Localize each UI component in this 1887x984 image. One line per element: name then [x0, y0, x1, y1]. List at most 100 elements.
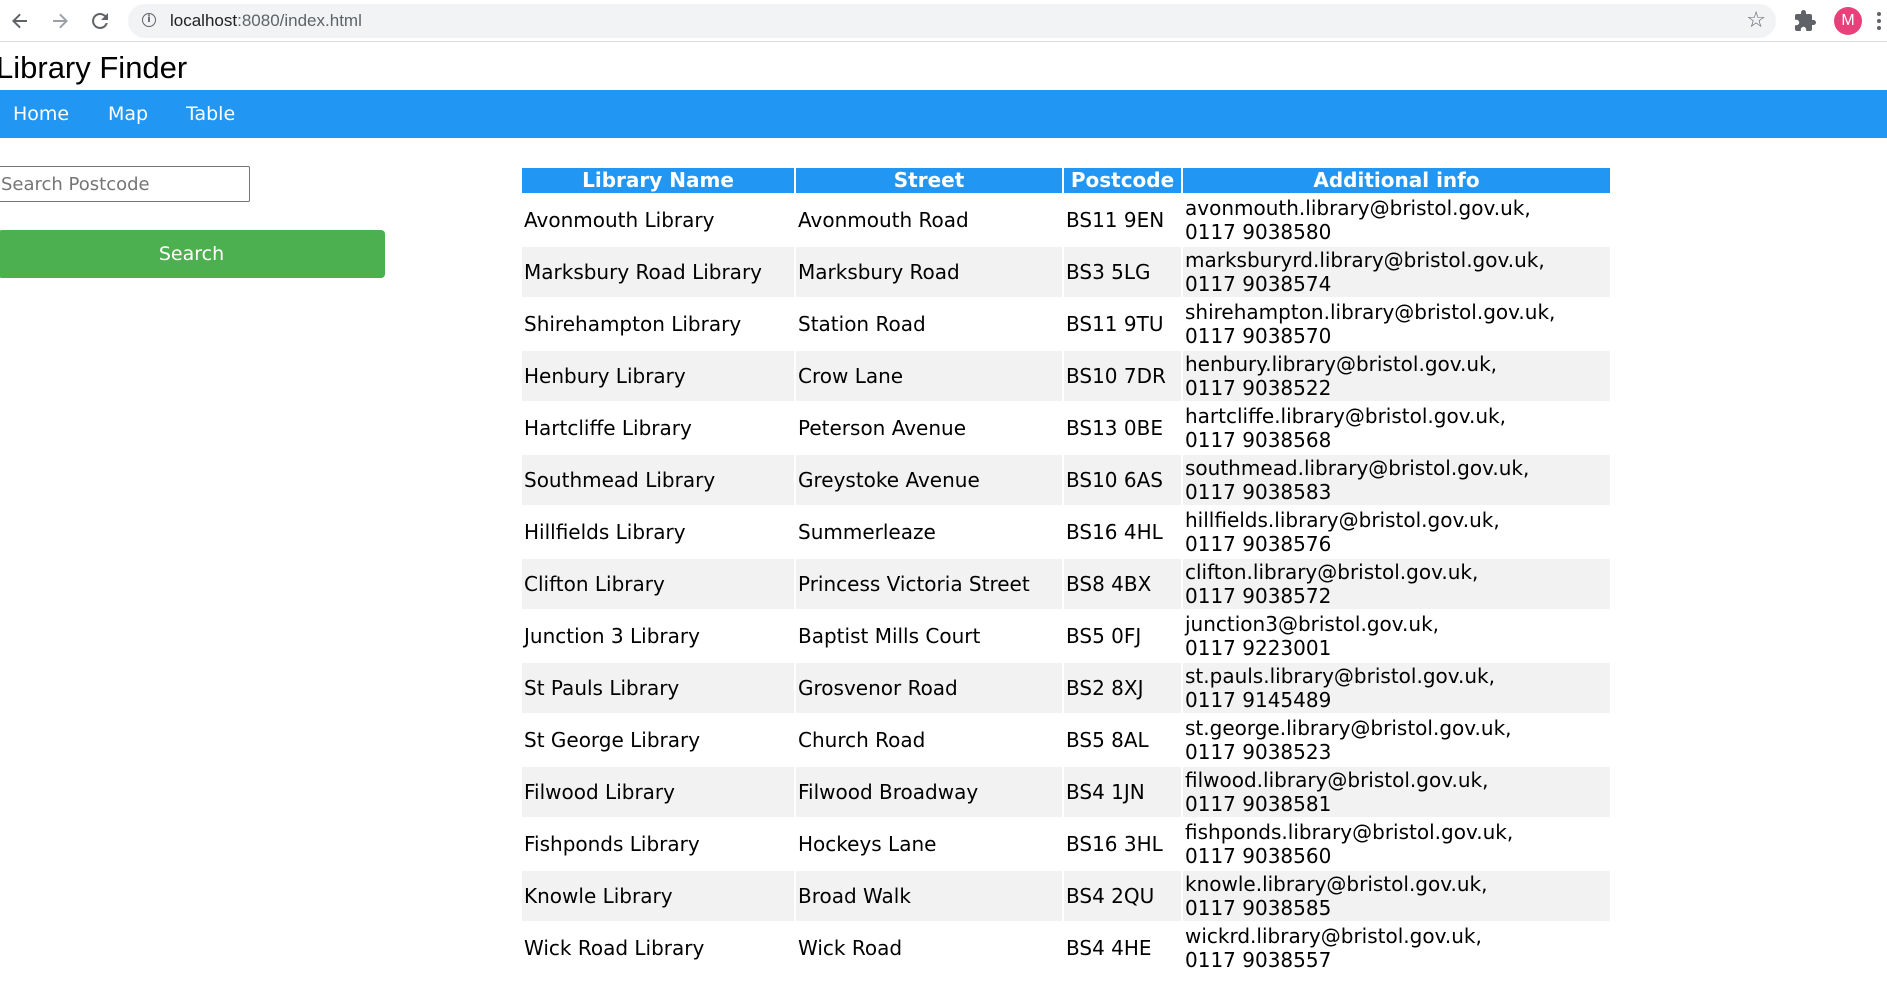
info-phone: 0117 9038572 [1185, 584, 1332, 608]
cell-library-name: St Pauls Library [522, 663, 794, 713]
cell-additional-info: henbury.library@bristol.gov.uk, 0117 9038… [1183, 351, 1610, 401]
cell-street: Station Road [798, 312, 926, 336]
cell-additional-info: clifton.library@bristol.gov.uk, 0117 9038… [1183, 559, 1610, 609]
table-row: Fishponds Library Hockeys Lane BS16 3HL fis… [522, 819, 1610, 869]
cell-library-name: Clifton Library [522, 559, 794, 609]
cell-postcode: BS11 9EN [1066, 208, 1165, 232]
puzzle-icon[interactable] [1793, 9, 1817, 33]
search-button[interactable]: Search [0, 230, 385, 278]
cell-postcode: BS13 0BE [1066, 416, 1163, 440]
cell-library-name: Fishponds Library [524, 832, 700, 856]
info-email: junction3@bristol.gov.uk, [1185, 612, 1440, 636]
info-phone: 0117 9038583 [1185, 480, 1332, 504]
star-icon[interactable]: ☆ [1746, 6, 1766, 36]
header-additional-info[interactable]: Additional info [1183, 168, 1610, 193]
cell-postcode: BS10 6AS [1064, 455, 1181, 505]
navbar: Home Map Table [0, 90, 1887, 138]
cell-street: Princess Victoria Street [796, 559, 1062, 609]
back-icon[interactable] [7, 8, 33, 34]
cell-street: Church Road [798, 728, 926, 752]
info-phone: 0117 9038581 [1185, 792, 1332, 816]
cell-postcode: BS16 4HL [1066, 520, 1163, 544]
nav-table[interactable]: Table [173, 90, 248, 138]
cell-street: Hockeys Lane [798, 832, 937, 856]
info-phone: 0117 9038522 [1185, 376, 1332, 400]
cell-additional-info: junction3@bristol.gov.uk, 0117 9223001 [1183, 611, 1610, 661]
info-email: st.pauls.library@bristol.gov.uk, [1185, 664, 1495, 688]
info-icon[interactable]: i [142, 13, 156, 27]
page-title: Library Finder [0, 50, 188, 85]
table-row: Henbury Library Crow Lane BS10 7DR henbury.… [522, 351, 1610, 401]
table-row: St Pauls Library Grosvenor Road BS2 8XJ st.… [522, 663, 1610, 713]
cell-library-name: Shirehampton Library [524, 312, 742, 336]
table-row: Clifton Library Princess Victoria Street B… [522, 559, 1610, 609]
header-library-name[interactable]: Library Name [522, 168, 794, 193]
cell-additional-info: filwood.library@bristol.gov.uk, 0117 9038… [1183, 767, 1610, 817]
cell-street: Greystoke Avenue [796, 455, 1062, 505]
url-path: :8080/index.html [237, 11, 362, 30]
info-email: southmead.library@bristol.gov.uk, [1185, 456, 1530, 480]
header-street[interactable]: Street [796, 168, 1062, 193]
table-row: Shirehampton Library Station Road BS11 9TU… [522, 299, 1610, 349]
info-phone: 0117 9038585 [1185, 896, 1332, 920]
cell-library-name: Southmead Library [522, 455, 794, 505]
info-email: marksburyrd.library@bristol.gov.uk, [1185, 248, 1545, 272]
menu-icon[interactable] [1876, 8, 1882, 34]
address-bar[interactable]: i localhost:8080/index.html ☆ [128, 4, 1776, 38]
cell-postcode: BS2 8XJ [1064, 663, 1181, 713]
table-row: Filwood Library Filwood Broadway BS4 1JN fi… [522, 767, 1610, 817]
info-email: clifton.library@bristol.gov.uk, [1185, 560, 1479, 584]
cell-additional-info: st.george.library@bristol.gov.uk, 0117 90… [1183, 715, 1610, 765]
url-text[interactable]: localhost:8080/index.html [170, 4, 362, 38]
cell-additional-info: hartcliffe.library@bristol.gov.uk, 0117 9… [1183, 403, 1610, 453]
reload-icon[interactable] [87, 8, 113, 34]
cell-additional-info: fishponds.library@bristol.gov.uk, 0117 90… [1183, 819, 1610, 869]
cell-postcode: BS5 0FJ [1066, 624, 1142, 648]
info-email: filwood.library@bristol.gov.uk, [1185, 768, 1489, 792]
table-row: Junction 3 Library Baptist Mills Court BS5… [522, 611, 1610, 661]
library-table: Library Name Street Postcode Additional … [520, 166, 1612, 975]
forward-icon[interactable] [47, 8, 73, 34]
cell-library-name: Hartcliffe Library [524, 416, 692, 440]
info-phone: 0117 9038560 [1185, 844, 1332, 868]
cell-street: Avonmouth Road [798, 208, 969, 232]
table-row: Marksbury Road Library Marksbury Road BS3 … [522, 247, 1610, 297]
header-postcode[interactable]: Postcode [1064, 168, 1181, 193]
cell-postcode: BS4 1JN [1064, 767, 1181, 817]
cell-library-name: Avonmouth Library [524, 208, 715, 232]
cell-postcode: BS4 4HE [1066, 936, 1152, 960]
browser-toolbar: i localhost:8080/index.html ☆ M [0, 0, 1887, 42]
info-email: hartcliffe.library@bristol.gov.uk, [1185, 404, 1506, 428]
cell-additional-info: shirehampton.library@bristol.gov.uk, 0117… [1183, 299, 1610, 349]
cell-library-name: Hillfields Library [524, 520, 686, 544]
cell-street: Baptist Mills Court [798, 624, 981, 648]
nav-home[interactable]: Home [0, 90, 82, 138]
info-phone: 0117 9038574 [1185, 272, 1332, 296]
info-phone: 0117 9038523 [1185, 740, 1332, 764]
search-input[interactable] [0, 166, 250, 202]
avatar[interactable]: M [1834, 7, 1862, 35]
info-email: henbury.library@bristol.gov.uk, [1185, 352, 1498, 376]
info-email: st.george.library@bristol.gov.uk, [1185, 716, 1512, 740]
table-row: Southmead Library Greystoke Avenue BS10 6A… [522, 455, 1610, 505]
table-row: Hillfields Library Summerleaze BS16 4HL hil… [522, 507, 1610, 557]
cell-street: Marksbury Road [796, 247, 1062, 297]
cell-additional-info: hillfields.library@bristol.gov.uk, 0117 9… [1183, 507, 1610, 557]
nav-map[interactable]: Map [95, 90, 161, 138]
cell-postcode: BS8 4BX [1064, 559, 1181, 609]
cell-postcode: BS4 2QU [1064, 871, 1181, 921]
info-email: shirehampton.library@bristol.gov.uk, [1185, 300, 1556, 324]
cell-additional-info: wickrd.library@bristol.gov.uk, 0117 90385… [1183, 923, 1610, 973]
cell-library-name: Wick Road Library [524, 936, 705, 960]
info-phone: 0117 9038576 [1185, 532, 1332, 556]
cell-additional-info: knowle.library@bristol.gov.uk, 0117 90385… [1183, 871, 1610, 921]
table-row: Knowle Library Broad Walk BS4 2QU knowle.li… [522, 871, 1610, 921]
info-email: fishponds.library@bristol.gov.uk, [1185, 820, 1514, 844]
cell-postcode: BS11 9TU [1066, 312, 1164, 336]
info-phone: 0117 9038570 [1185, 324, 1332, 348]
table-row: Avonmouth Library Avonmouth Road BS11 9EN a… [522, 195, 1610, 245]
url-host: localhost [170, 11, 238, 30]
cell-street: Filwood Broadway [796, 767, 1062, 817]
cell-street: Grosvenor Road [796, 663, 1062, 713]
cell-postcode: BS5 8AL [1066, 728, 1149, 752]
